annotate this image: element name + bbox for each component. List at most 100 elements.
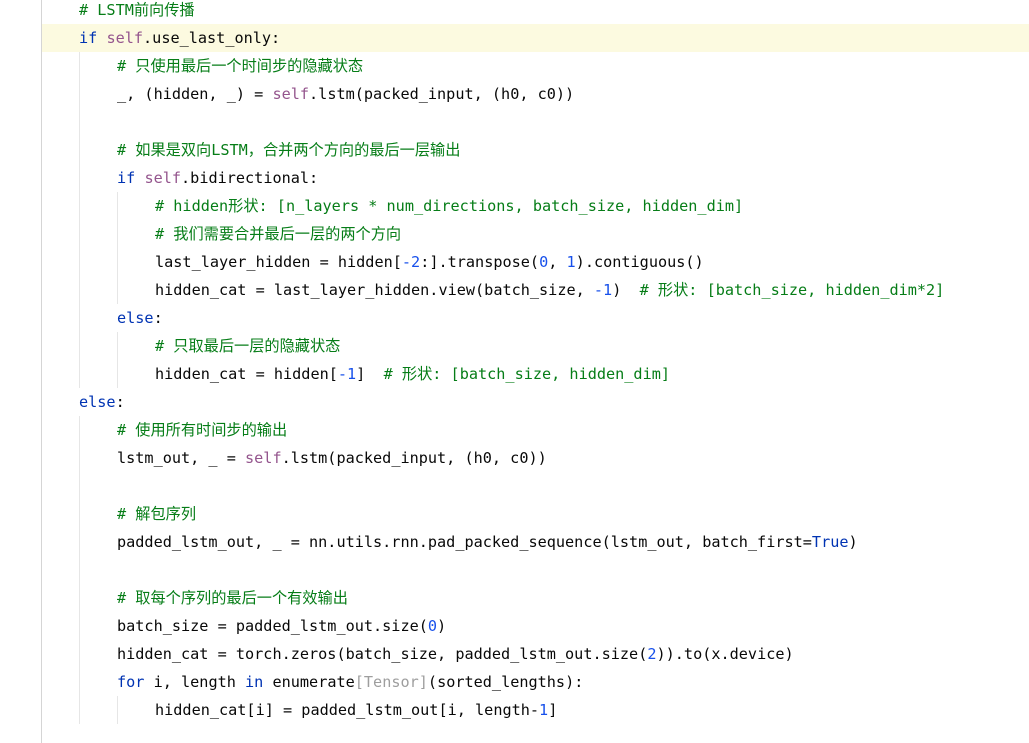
indent-guide bbox=[79, 500, 80, 528]
code-text: # 使用所有时间步的输出 bbox=[117, 416, 287, 444]
code-text: batch_size = padded_lstm_out.size(0) bbox=[117, 612, 446, 640]
code-line[interactable]: lstm_out, _ = self.lstm(packed_input, (h… bbox=[42, 444, 1029, 472]
code-line[interactable]: padded_lstm_out, _ = nn.utils.rnn.pad_pa… bbox=[42, 528, 1029, 556]
indent-guide bbox=[117, 192, 118, 220]
indent-guide bbox=[79, 696, 80, 724]
code-token: batch_size = padded_lstm_out.size( bbox=[117, 617, 428, 635]
indent-guide bbox=[117, 248, 118, 276]
code-text: # LSTM前向传播 bbox=[79, 0, 195, 24]
indent-guide bbox=[79, 332, 80, 360]
code-line-current[interactable]: if self.use_last_only: bbox=[42, 24, 1029, 52]
code-text: last_layer_hidden = hidden[-2:].transpos… bbox=[155, 248, 704, 276]
code-comment: # 形状: [batch_size, hidden_dim*2] bbox=[639, 281, 945, 299]
code-line[interactable]: # 解包序列 bbox=[42, 500, 1029, 528]
code-line[interactable]: hidden_cat = last_layer_hidden.view(batc… bbox=[42, 276, 1029, 304]
indent-guide bbox=[79, 640, 80, 668]
code-line[interactable]: _, (hidden, _) = self.lstm(packed_input,… bbox=[42, 80, 1029, 108]
code-token: .lstm(packed_input, (h0, c0)) bbox=[281, 449, 547, 467]
code-token: -1 bbox=[337, 365, 357, 383]
code-text: # 如果是双向LSTM，合并两个方向的最后一层输出 bbox=[117, 136, 460, 164]
code-token: hidden_cat = hidden[ bbox=[155, 365, 338, 383]
code-comment: # 只使用最后一个时间步的隐藏状态 bbox=[117, 57, 364, 75]
code-token: self bbox=[245, 449, 282, 467]
indent-guide bbox=[117, 360, 118, 388]
code-line[interactable]: # 使用所有时间步的输出 bbox=[42, 416, 1029, 444]
indent-guide bbox=[117, 220, 118, 248]
code-line[interactable]: hidden_cat = hidden[-1] # 形状: [batch_siz… bbox=[42, 360, 1029, 388]
code-token: .lstm(packed_input, (h0, c0)) bbox=[309, 85, 575, 103]
code-text: # hidden形状: [n_layers * num_directions, … bbox=[155, 192, 743, 220]
code-text: # 只取最后一层的隐藏状态 bbox=[155, 332, 340, 360]
code-keyword: else bbox=[79, 393, 116, 411]
code-token: ] bbox=[356, 365, 384, 383]
code-comment: # hidden形状: [n_layers * num_directions, … bbox=[155, 197, 744, 215]
code-text: # 我们需要合并最后一层的两个方向 bbox=[155, 220, 401, 248]
code-line[interactable]: last_layer_hidden = hidden[-2:].transpos… bbox=[42, 248, 1029, 276]
code-token: ) bbox=[612, 281, 640, 299]
code-text: hidden_cat = hidden[-1] # 形状: [batch_siz… bbox=[155, 360, 670, 388]
indent-guide bbox=[79, 584, 80, 612]
indent-guide bbox=[79, 52, 80, 80]
code-line[interactable]: # 如果是双向LSTM，合并两个方向的最后一层输出 bbox=[42, 136, 1029, 164]
code-keyword: True bbox=[811, 533, 849, 551]
code-token: 1 bbox=[539, 701, 549, 719]
code-token: (sorted_lengths): bbox=[427, 673, 584, 691]
code-token: -2 bbox=[401, 253, 421, 271]
code-line[interactable]: # hidden形状: [n_layers * num_directions, … bbox=[42, 192, 1029, 220]
code-token: last_layer_hidden = hidden[ bbox=[155, 253, 402, 271]
code-keyword: in bbox=[245, 673, 264, 691]
code-text: else: bbox=[117, 304, 163, 332]
code-text: hidden_cat = torch.zeros(batch_size, pad… bbox=[117, 640, 794, 668]
code-token: self bbox=[272, 85, 310, 103]
indent-guide bbox=[79, 220, 80, 248]
code-line[interactable]: hidden_cat = torch.zeros(batch_size, pad… bbox=[42, 640, 1029, 668]
code-line[interactable]: # 取每个序列的最后一个有效输出 bbox=[42, 584, 1029, 612]
code-text: hidden_cat = last_layer_hidden.view(batc… bbox=[155, 276, 944, 304]
code-token: 2 bbox=[647, 645, 657, 663]
code-line[interactable] bbox=[42, 472, 1029, 500]
code-line[interactable] bbox=[42, 108, 1029, 136]
code-token: hidden_cat[i] = padded_lstm_out[i, lengt… bbox=[155, 701, 540, 719]
code-line[interactable]: # 只使用最后一个时间步的隐藏状态 bbox=[42, 52, 1029, 80]
code-area[interactable]: # LSTM前向传播 if self.use_last_only: # 只使用最后一… bbox=[42, 0, 1029, 724]
code-comment: # 形状: [batch_size, hidden_dim] bbox=[383, 365, 671, 383]
code-text: else: bbox=[79, 388, 125, 416]
code-text: _, (hidden, _) = self.lstm(packed_input,… bbox=[117, 80, 574, 108]
code-token: lstm_out, _ = bbox=[117, 449, 246, 467]
code-comment: # 使用所有时间步的输出 bbox=[117, 421, 288, 439]
indent-guide bbox=[79, 248, 80, 276]
code-token: i, length bbox=[144, 673, 246, 691]
indent-guide bbox=[79, 80, 80, 108]
indent-guide bbox=[79, 164, 80, 192]
code-line[interactable]: else: bbox=[42, 388, 1029, 416]
code-token: : bbox=[115, 393, 125, 411]
code-text: # 解包序列 bbox=[117, 500, 196, 528]
code-text: if self.bidirectional: bbox=[117, 164, 318, 192]
code-token: , bbox=[548, 253, 567, 271]
indent-guide bbox=[117, 332, 118, 360]
code-line[interactable]: # 我们需要合并最后一层的两个方向 bbox=[42, 220, 1029, 248]
code-line[interactable]: if self.bidirectional: bbox=[42, 164, 1029, 192]
code-token: 1 bbox=[566, 253, 576, 271]
code-line[interactable]: # LSTM前向传播 bbox=[42, 0, 1029, 24]
code-token: 0 bbox=[539, 253, 549, 271]
code-token: enumerate bbox=[263, 673, 355, 691]
code-editor[interactable]: # LSTM前向传播 if self.use_last_only: # 只使用最后一… bbox=[0, 0, 1029, 743]
code-line[interactable] bbox=[42, 556, 1029, 584]
code-line[interactable]: batch_size = padded_lstm_out.size(0) bbox=[42, 612, 1029, 640]
indent-guide bbox=[79, 472, 80, 500]
code-text: if self.use_last_only: bbox=[79, 24, 280, 52]
code-line[interactable]: # 只取最后一层的隐藏状态 bbox=[42, 332, 1029, 360]
code-token: _, (hidden, _) = bbox=[117, 85, 273, 103]
indent-guide bbox=[79, 276, 80, 304]
code-text: hidden_cat[i] = padded_lstm_out[i, lengt… bbox=[155, 696, 557, 724]
indent-guide bbox=[79, 108, 80, 136]
code-comment: # 如果是双向LSTM，合并两个方向的最后一层输出 bbox=[117, 141, 461, 159]
code-line[interactable]: for i, length in enumerate[Tensor](sorte… bbox=[42, 668, 1029, 696]
indent-guide bbox=[79, 612, 80, 640]
code-text: padded_lstm_out, _ = nn.utils.rnn.pad_pa… bbox=[117, 528, 858, 556]
code-line[interactable]: hidden_cat[i] = padded_lstm_out[i, lengt… bbox=[42, 696, 1029, 724]
code-text: # 只使用最后一个时间步的隐藏状态 bbox=[117, 52, 363, 80]
code-line[interactable]: else: bbox=[42, 304, 1029, 332]
code-token: ) bbox=[437, 617, 447, 635]
